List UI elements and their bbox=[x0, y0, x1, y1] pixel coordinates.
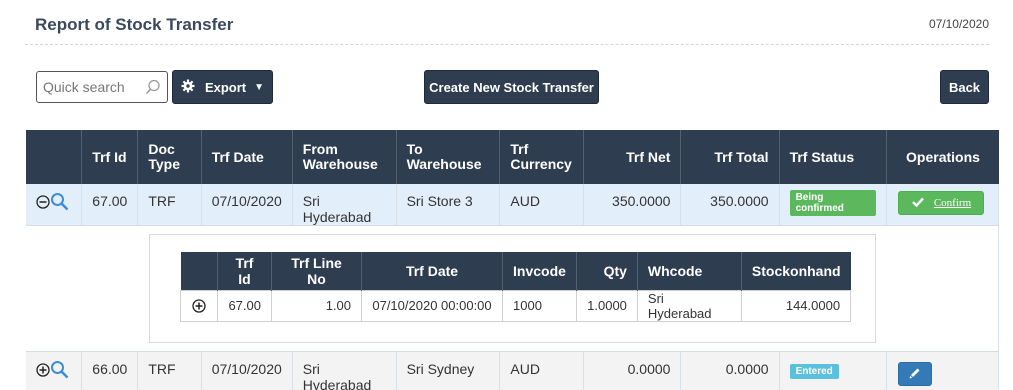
cell-trf-date: 07/10/2020 bbox=[201, 351, 293, 390]
detail-cell-trf-date: 07/10/2020 00:00:00 bbox=[361, 289, 503, 322]
detail-col-line-no[interactable]: Trf Line No bbox=[271, 252, 362, 290]
detail-cell-qty: 1.0000 bbox=[575, 289, 638, 322]
search-input[interactable] bbox=[37, 72, 137, 102]
cell-doc-type: TRF bbox=[137, 184, 202, 226]
detail-col-trf-id[interactable]: Trf Id bbox=[217, 252, 272, 290]
zoom-icon[interactable] bbox=[50, 192, 70, 215]
cell-net: 0.0000 bbox=[583, 351, 682, 390]
detail-col-invcode[interactable]: Invcode bbox=[502, 252, 577, 290]
col-trf-total[interactable]: Trf Total bbox=[680, 130, 780, 184]
col-trf-net[interactable]: Trf Net bbox=[583, 130, 682, 184]
pencil-icon bbox=[908, 366, 922, 383]
cell-status: Being confirmed bbox=[779, 184, 888, 226]
col-trf-date[interactable]: Trf Date bbox=[201, 130, 293, 184]
cell-currency: AUD bbox=[499, 184, 585, 226]
header-divider bbox=[25, 44, 989, 45]
edit-button[interactable] bbox=[898, 362, 933, 386]
col-from-warehouse[interactable]: From Warehouse bbox=[292, 130, 397, 184]
col-operations: Operations bbox=[886, 130, 999, 184]
detail-header: Trf Id Trf Line No Trf Date Invcode Qty … bbox=[180, 252, 851, 290]
cell-net: 350.0000 bbox=[583, 184, 682, 226]
gear-icon bbox=[181, 79, 195, 96]
page-title: Report of Stock Transfer bbox=[35, 15, 234, 34]
cell-operations bbox=[886, 351, 999, 390]
cell-total: 350.0000 bbox=[680, 184, 780, 226]
back-button[interactable]: Back bbox=[940, 70, 989, 104]
cell-to-warehouse: Sri Sydney bbox=[396, 351, 501, 390]
export-label: Export bbox=[204, 79, 247, 95]
col-trf-status[interactable]: Trf Status bbox=[779, 130, 888, 184]
detail-cell-invcode: 1000 bbox=[502, 289, 577, 322]
col-trf-id[interactable]: Trf Id bbox=[81, 130, 139, 184]
cell-trf-id: 66.00 bbox=[81, 351, 139, 390]
cell-trf-id: 67.00 bbox=[81, 184, 139, 226]
detail-cell-trf-id: 67.00 bbox=[217, 289, 272, 322]
detail-cell-stockonhand: 144.0000 bbox=[740, 289, 852, 322]
table-row[interactable]: 67.00 TRF 07/10/2020 Sri Hyderabad Sri S… bbox=[26, 184, 999, 226]
zoom-icon[interactable] bbox=[50, 360, 70, 383]
detail-table: Trf Id Trf Line No Trf Date Invcode Qty … bbox=[180, 252, 852, 322]
detail-col-stockonhand[interactable]: Stockonhand bbox=[741, 252, 851, 290]
col-expander bbox=[26, 130, 83, 184]
detail-cell-line-no: 1.00 bbox=[271, 289, 362, 322]
check-icon bbox=[911, 197, 924, 210]
status-badge: Being confirmed bbox=[789, 190, 877, 216]
detail-table-row[interactable]: 67.00 1.00 07/10/2020 00:00:00 1000 1.00… bbox=[180, 289, 852, 322]
export-button[interactable]: Export ▼ bbox=[172, 70, 273, 104]
detail-col-trf-date[interactable]: Trf Date bbox=[361, 252, 503, 290]
cell-from-warehouse: Sri Hyderabad bbox=[292, 184, 397, 226]
confirm-button[interactable]: Confirm bbox=[898, 191, 985, 215]
table-row[interactable]: 66.00 TRF 07/10/2020 Sri Hyderabad Sri S… bbox=[26, 351, 999, 390]
create-stock-transfer-button[interactable]: Create New Stock Transfer bbox=[424, 70, 599, 104]
report-date: 07/10/2020 bbox=[928, 17, 989, 31]
detail-col-whcode[interactable]: Whcode bbox=[637, 252, 742, 290]
caret-down-icon: ▼ bbox=[254, 81, 265, 93]
col-doc-type[interactable]: Doc Type bbox=[137, 130, 202, 184]
detail-col-expander bbox=[180, 252, 218, 290]
confirm-label: Confirm bbox=[933, 197, 972, 209]
status-badge: Entered bbox=[789, 364, 839, 379]
expand-icon[interactable] bbox=[192, 298, 206, 313]
search-icon[interactable] bbox=[145, 79, 161, 100]
col-trf-currency[interactable]: Trf Currency bbox=[499, 130, 585, 184]
detail-cell-whcode: Sri Hyderabad bbox=[636, 289, 742, 322]
detail-col-qty[interactable]: Qty bbox=[576, 252, 638, 290]
collapse-icon[interactable] bbox=[36, 195, 50, 212]
expand-icon[interactable] bbox=[36, 363, 50, 380]
cell-from-warehouse: Sri Hyderabad bbox=[292, 351, 397, 390]
col-to-warehouse[interactable]: To Warehouse bbox=[396, 130, 501, 184]
cell-to-warehouse: Sri Store 3 bbox=[396, 184, 501, 226]
cell-trf-date: 07/10/2020 bbox=[201, 184, 293, 226]
cell-status: Entered bbox=[779, 351, 888, 390]
cell-total: 0.0000 bbox=[680, 351, 780, 390]
cell-doc-type: TRF bbox=[137, 351, 202, 390]
cell-operations: Confirm bbox=[886, 184, 999, 226]
cell-currency: AUD bbox=[499, 351, 585, 390]
table-header: Trf Id Doc Type Trf Date From Warehouse … bbox=[26, 130, 999, 184]
quick-search[interactable] bbox=[36, 71, 168, 103]
